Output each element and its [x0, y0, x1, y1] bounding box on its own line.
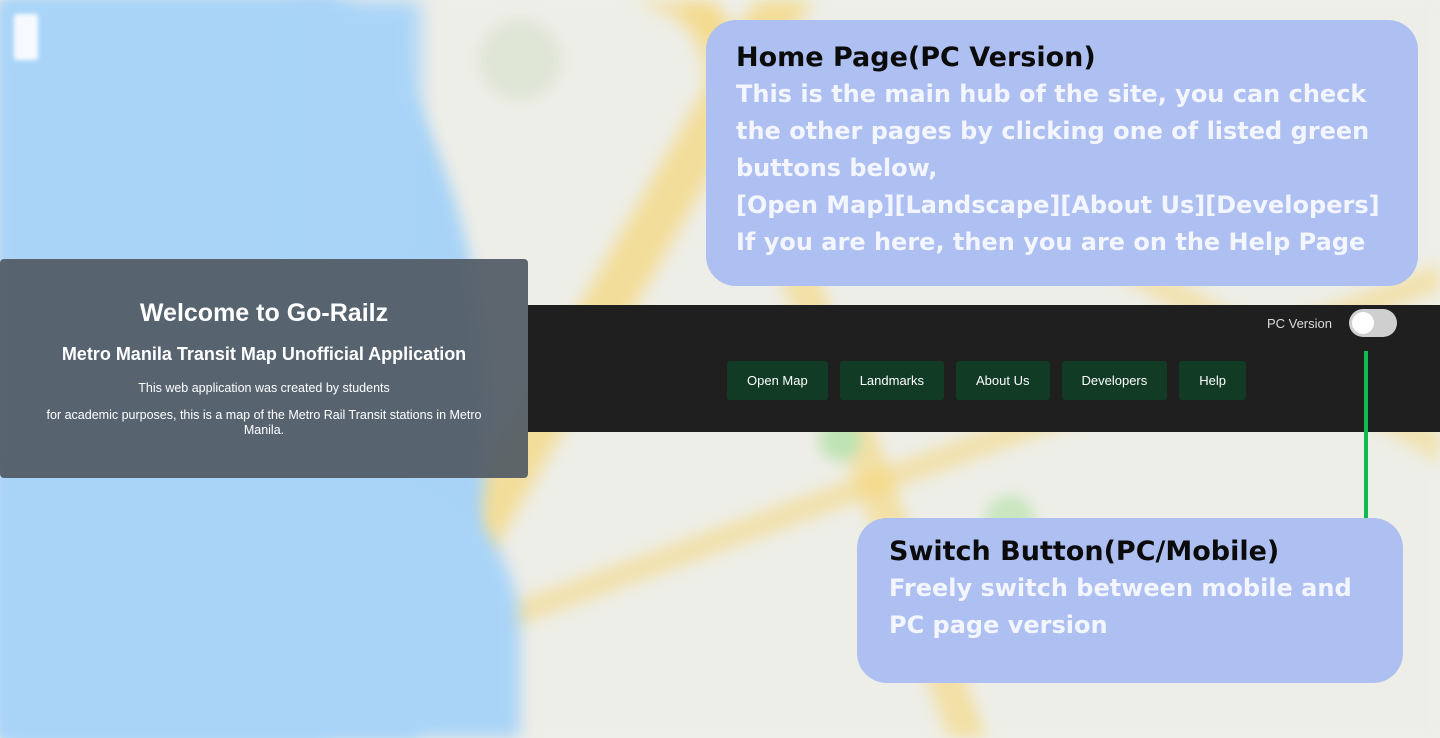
callout-title: Home Page(PC Version) [736, 42, 1096, 73]
callout-title: Switch Button(PC/Mobile) [889, 536, 1280, 567]
help-button[interactable]: Help [1179, 361, 1247, 400]
landmarks-button[interactable]: Landmarks [839, 361, 945, 400]
pc-mobile-toggle-switch[interactable] [1349, 309, 1397, 337]
welcome-description-line: This web application was created by stud… [138, 381, 390, 395]
toggle-knob [1352, 312, 1374, 334]
open-map-button[interactable]: Open Map [727, 361, 828, 400]
navbar: PC Version Open Map Landmarks About Us D… [528, 305, 1440, 432]
welcome-subtitle: Metro Manila Transit Map Unofficial Appl… [61, 344, 467, 364]
map-water [0, 470, 520, 738]
about-us-button[interactable]: About Us [956, 361, 1050, 400]
map-water [300, 0, 420, 260]
help-page: Welcome to Go-Railz Metro Manila Transit… [0, 0, 1440, 738]
welcome-card: Welcome to Go-Railz Metro Manila Transit… [0, 259, 528, 478]
switch-button-help-callout: Switch Button(PC/Mobile) Freely switch b… [857, 518, 1403, 683]
welcome-description-line: for academic purposes, this is a map of … [46, 408, 482, 437]
callout-connector-line [1364, 351, 1368, 527]
developers-button[interactable]: Developers [1061, 361, 1168, 400]
callout-text: If you are here, then you are on the Hel… [736, 228, 1366, 256]
toggle-label: PC Version [1266, 316, 1332, 331]
callout-text: This is the main hub of the site, you ca… [736, 80, 1370, 182]
nav-buttons: Open Map Landmarks About Us Developers H… [727, 361, 1247, 400]
home-page-help-callout: Home Page(PC Version) This is the main h… [706, 20, 1418, 286]
map-zoom-control[interactable] [14, 14, 38, 60]
callout-text: [Open Map][Landscape][About Us][Develope… [736, 191, 1380, 219]
callout-text: Freely switch between mobile and PC page… [889, 574, 1352, 639]
welcome-title: Welcome to Go-Railz [139, 299, 389, 327]
